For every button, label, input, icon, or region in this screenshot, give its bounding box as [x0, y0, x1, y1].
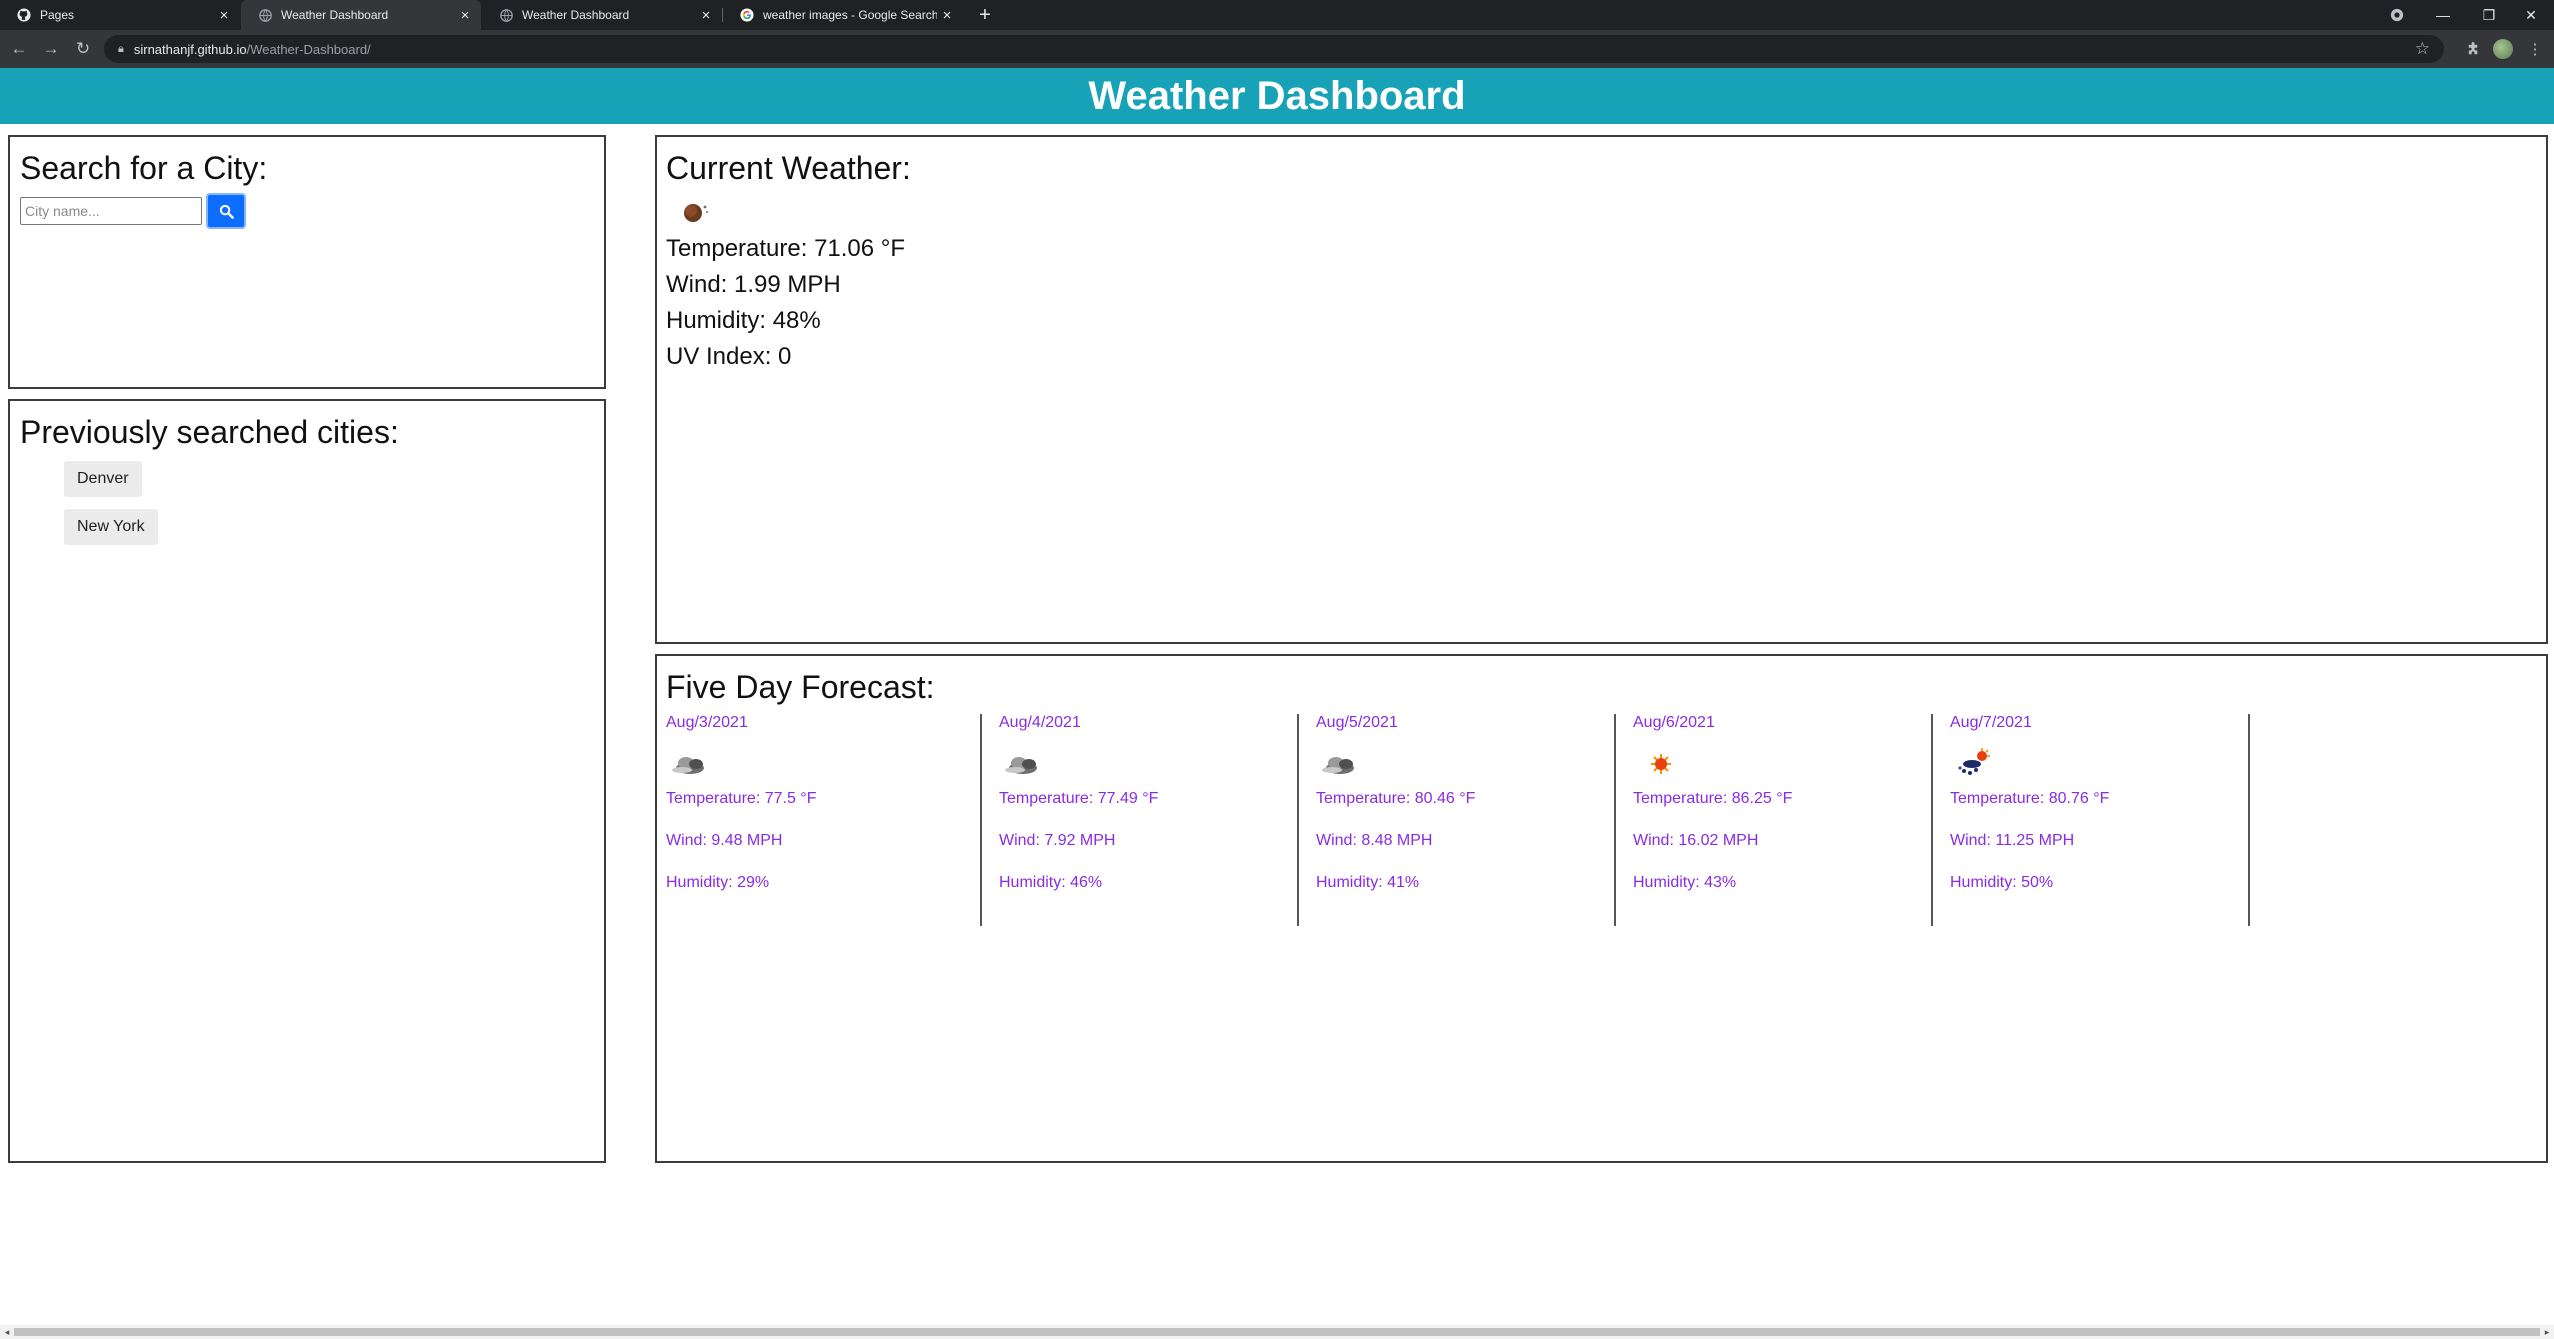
window-close-icon[interactable]: ✕ — [2508, 0, 2554, 30]
forecast-date: Aug/4/2021 — [999, 714, 1081, 731]
tab-label: Pages — [40, 8, 75, 22]
city-search-input[interactable] — [20, 197, 202, 225]
current-humidity: Humidity: 48% — [666, 307, 821, 334]
search-heading: Search for a City: — [20, 150, 268, 186]
cloudy-icon — [1005, 757, 1037, 774]
tab-pages[interactable]: Pages × — [0, 0, 240, 30]
forecast-card: Aug/4/2021 Temperature: 77.49 °F Wind: 7… — [983, 714, 1299, 926]
search-row — [20, 193, 594, 229]
github-icon — [16, 7, 32, 23]
tab-google-search[interactable]: weather images - Google Search × — [723, 0, 963, 30]
forecast-card: Aug/3/2021 Temperature: 77.5 °F Wind: 9.… — [666, 714, 982, 926]
current-weather-heading: Current Weather: — [666, 150, 911, 186]
globe-icon — [498, 7, 514, 23]
tab-label: Weather Dashboard — [522, 8, 630, 22]
menu-kebab-icon[interactable]: ⋮ — [2524, 38, 2546, 60]
scroll-right-arrow-icon[interactable]: ▸ — [2540, 1325, 2554, 1339]
scrollbar-thumb[interactable] — [14, 1328, 2540, 1336]
forecast-humidity: Humidity: 50% — [1950, 874, 2054, 891]
close-icon[interactable]: × — [696, 5, 716, 25]
forecast-heading: Five Day Forecast: — [666, 669, 935, 705]
back-arrow-icon[interactable]: ← — [8, 38, 30, 60]
horizontal-scrollbar[interactable]: ◂ ▸ — [0, 1325, 2554, 1339]
history-heading: Previously searched cities: — [20, 414, 399, 450]
url-host: sirnathanjf.github.io — [133, 41, 247, 57]
page-title: Weather Dashboard — [1088, 73, 1466, 118]
close-icon[interactable]: × — [937, 5, 957, 25]
forecast-date: Aug/7/2021 — [1950, 714, 2032, 731]
forecast-temperature: Temperature: 80.76 °F — [1950, 790, 2110, 807]
tab-label: weather images - Google Search — [763, 8, 937, 22]
forecast-wind: Wind: 11.25 MPH — [1950, 832, 2075, 849]
forecast-date: Aug/3/2021 — [666, 714, 748, 731]
night-moon-icon — [684, 204, 708, 222]
forecast-wind: Wind: 16.02 MPH — [1633, 832, 1759, 849]
current-wind: Wind: 1.99 MPH — [666, 271, 841, 298]
cloudy-icon — [1322, 757, 1354, 774]
address-bar[interactable]: 🔒︎ sirnathanjf.github.io /Weather-Dashbo… — [104, 35, 2444, 63]
forecast-panel: Five Day Forecast: Aug/3/2021 Temperatur… — [655, 654, 2548, 1163]
globe-icon — [257, 7, 273, 23]
restore-icon[interactable]: ❐ — [2466, 0, 2512, 30]
reload-icon[interactable]: ↻ — [72, 38, 94, 60]
forecast-humidity: Humidity: 43% — [1633, 874, 1737, 891]
forecast-wind: Wind: 9.48 MPH — [666, 832, 783, 849]
forecast-temperature: Temperature: 80.46 °F — [1316, 790, 1476, 807]
tab-weather-dashboard-active[interactable]: Weather Dashboard × — [241, 0, 481, 30]
forecast-temperature: Temperature: 77.5 °F — [666, 790, 817, 807]
forecast-card: Aug/7/2021 Temperature: 80.76 °F Wind: 1… — [1934, 714, 2250, 926]
close-icon[interactable]: × — [214, 5, 234, 25]
forecast-date: Aug/5/2021 — [1316, 714, 1398, 731]
url-path: /Weather-Dashboard/ — [246, 41, 371, 57]
history-panel: Previously searched cities: Denver New Y… — [8, 399, 606, 1163]
forecast-row: Aug/3/2021 Temperature: 77.5 °F Wind: 9.… — [666, 714, 2537, 926]
minimize-icon[interactable]: — — [2420, 0, 2466, 30]
search-icon — [219, 204, 234, 219]
sun-rain-icon — [1958, 748, 1990, 775]
tab-weather-dashboard[interactable]: Weather Dashboard × — [482, 0, 722, 30]
forecast-date: Aug/6/2021 — [1633, 714, 1715, 731]
forecast-wind: Wind: 7.92 MPH — [999, 832, 1116, 849]
page-header: Weather Dashboard — [0, 68, 2554, 124]
lock-icon: 🔒︎ — [118, 42, 124, 55]
sun-icon — [1651, 754, 1671, 774]
forecast-card: Aug/5/2021 Temperature: 80.46 °F Wind: 8… — [1300, 714, 1616, 926]
current-uv-index: UV Index: 0 — [666, 343, 792, 370]
extensions-puzzle-icon[interactable] — [2462, 38, 2484, 60]
history-city-button[interactable]: New York — [64, 509, 158, 545]
forecast-humidity: Humidity: 46% — [999, 874, 1103, 891]
history-list: Denver New York — [20, 461, 594, 545]
bookmark-star-icon[interactable]: ☆ — [2415, 39, 2430, 59]
scroll-left-arrow-icon[interactable]: ◂ — [0, 1325, 14, 1339]
forecast-wind: Wind: 8.48 MPH — [1316, 832, 1433, 849]
new-tab-button[interactable]: + — [973, 3, 997, 27]
search-button[interactable] — [206, 193, 246, 229]
history-city-button[interactable]: Denver — [64, 461, 142, 497]
close-icon[interactable]: × — [455, 5, 475, 25]
forward-arrow-icon[interactable]: → — [40, 38, 62, 60]
forecast-card: Aug/6/2021 Temperature: 86.25 °F Wind: 1… — [1617, 714, 1933, 926]
cloudy-icon — [672, 757, 704, 774]
address-toolbar: ← → ↻ 🔒︎ sirnathanjf.github.io /Weather-… — [0, 30, 2554, 68]
tab-label: Weather Dashboard — [281, 8, 389, 22]
google-icon — [739, 7, 755, 23]
avatar[interactable] — [2492, 38, 2514, 60]
forecast-temperature: Temperature: 86.25 °F — [1633, 790, 1793, 807]
forecast-humidity: Humidity: 41% — [1316, 874, 1420, 891]
current-weather-panel: Current Weather: Temperature: 71.06 °F W… — [655, 135, 2548, 644]
search-panel: Search for a City: — [8, 135, 606, 389]
forecast-temperature: Temperature: 77.49 °F — [999, 790, 1159, 807]
browser-tab-strip: Pages × Weather Dashboard × Weather Dash… — [0, 0, 2554, 30]
current-temperature: Temperature: 71.06 °F — [666, 235, 906, 262]
profile-icon[interactable] — [2374, 0, 2420, 30]
forecast-humidity: Humidity: 29% — [666, 874, 770, 891]
